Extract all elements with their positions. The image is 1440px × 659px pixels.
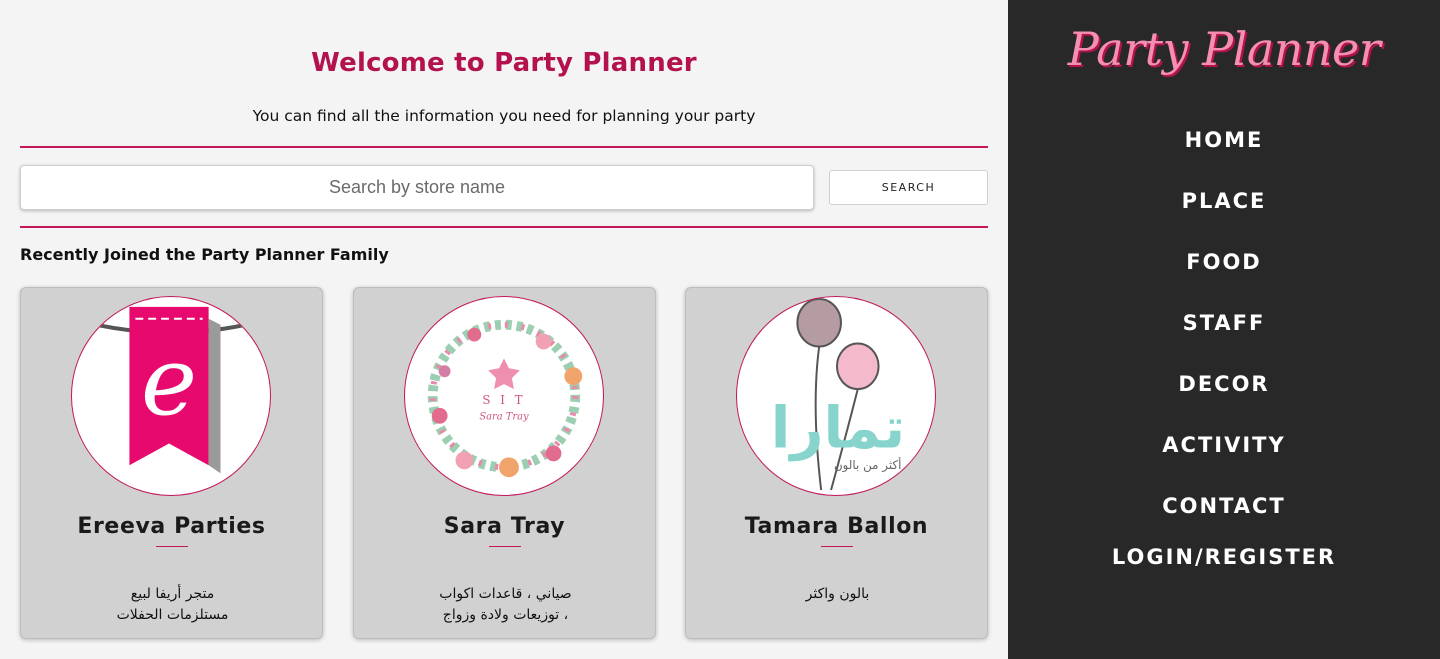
nav-item-home[interactable]: HOME [1008, 128, 1440, 152]
svg-text:e: e [141, 327, 197, 437]
store-description: بالون واكثر [805, 586, 870, 602]
nav-item-place[interactable]: PLACE [1008, 189, 1440, 213]
floral-wreath-logo-icon: S I T Sara Tray [404, 296, 604, 496]
divider-top [20, 146, 988, 148]
store-name[interactable]: Sara Tray [354, 514, 655, 539]
nav-item-contact[interactable]: CONTACT [1008, 494, 1440, 518]
search-button[interactable]: SEARCH [829, 170, 988, 205]
section-title: Recently Joined the Party Planner Family [20, 245, 389, 264]
main-content: Welcome to Party Planner You can find al… [0, 0, 1008, 659]
store-name[interactable]: Ereeva Parties [21, 514, 322, 539]
store-card-sara-tray[interactable]: S I T Sara Tray Sara Tray صياني ، قاعدات… [353, 287, 656, 639]
store-description: متجر أريفا لبيع مستلزمات الحفلات [116, 586, 229, 623]
nav-item-activity[interactable]: ACTIVITY [1008, 433, 1440, 457]
svg-text:أكثر من بالون: أكثر من بالون [834, 457, 901, 473]
store-card-tamara-ballon[interactable]: تمارا أكثر من بالون Tamara Ballon بالون … [685, 287, 988, 639]
brand-logo[interactable]: Party Planner [1008, 22, 1440, 76]
store-name[interactable]: Tamara Ballon [686, 514, 987, 539]
name-underline [489, 546, 521, 547]
name-underline [156, 546, 188, 547]
nav-item-decor[interactable]: DECOR [1008, 372, 1440, 396]
svg-text:Sara Tray: Sara Tray [479, 412, 529, 423]
search-input[interactable] [20, 165, 814, 210]
divider-bottom [20, 226, 988, 228]
svg-text:S I T: S I T [482, 393, 525, 407]
sidebar-nav: Party Planner HOME PLACE FOOD STAFF DECO… [1008, 0, 1440, 659]
page-subtitle: You can find all the information you nee… [252, 107, 756, 125]
ereeva-banner-logo-icon: e [71, 296, 271, 496]
svg-text:تمارا: تمارا [771, 394, 905, 461]
nav-item-login-register[interactable]: LOGIN/REGISTER [1008, 545, 1440, 569]
store-card-ereeva[interactable]: e Ereeva Parties متجر أريفا لبيع مستلزما… [20, 287, 323, 639]
nav-item-food[interactable]: FOOD [1008, 250, 1440, 274]
page-title: Welcome to Party Planner [311, 48, 697, 78]
name-underline [821, 546, 853, 547]
nav-item-staff[interactable]: STAFF [1008, 311, 1440, 335]
balloon-logo-icon: تمارا أكثر من بالون [736, 296, 936, 496]
store-description: صياني ، قاعدات اكواب ، توزيعات ولادة وزو… [439, 586, 572, 623]
